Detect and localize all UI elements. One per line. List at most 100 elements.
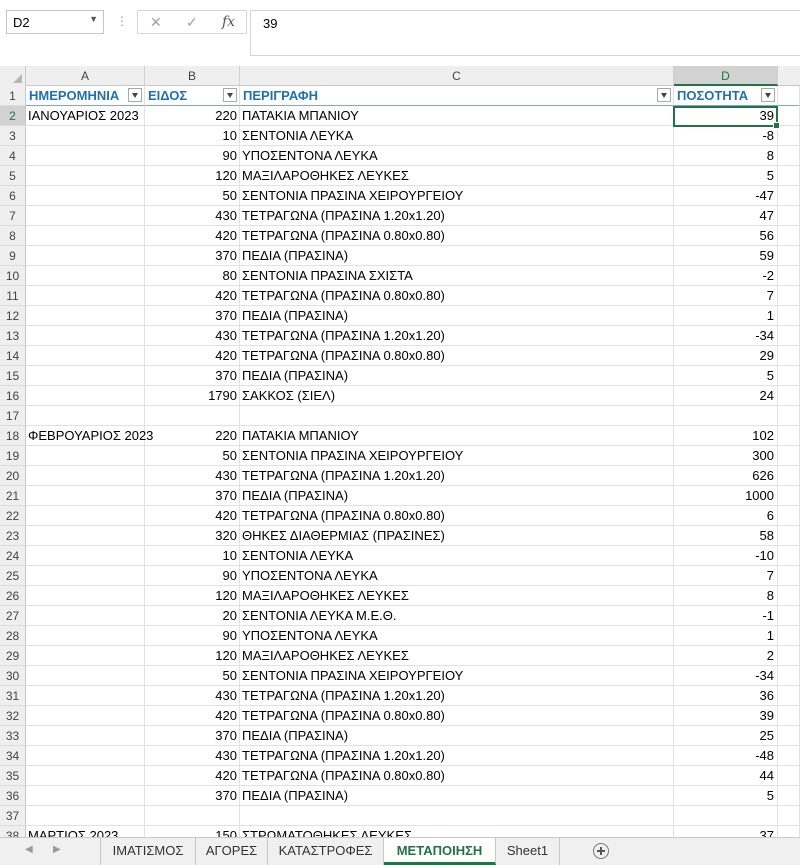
- cell-item[interactable]: 120: [145, 646, 240, 666]
- cell-quantity[interactable]: 25: [674, 726, 778, 746]
- row-header[interactable]: 22: [0, 506, 26, 526]
- cell-description[interactable]: ΤΕΤΡΑΓΩΝΑ (ΠΡΑΣΙΝΑ 1.20x1.20): [240, 746, 674, 766]
- row-header[interactable]: 4: [0, 146, 26, 166]
- cell-description[interactable]: ΤΕΤΡΑΓΩΝΑ (ΠΡΑΣΙΝΑ 1.20x1.20): [240, 326, 674, 346]
- row-header[interactable]: 5: [0, 166, 26, 186]
- cell-quantity[interactable]: 7: [674, 286, 778, 306]
- cell-quantity[interactable]: 5: [674, 786, 778, 806]
- cell-date[interactable]: ΦΕΒΡΟΥΑΡΙΟΣ 2023: [26, 426, 153, 446]
- sheet-tab[interactable]: Sheet1: [496, 838, 560, 865]
- cell[interactable]: [778, 86, 800, 106]
- cell-date[interactable]: [26, 546, 145, 566]
- cell-quantity[interactable]: 5: [674, 166, 778, 186]
- cell-description[interactable]: ΠΕΔΙΑ (ΠΡΑΣΙΝΑ): [240, 306, 674, 326]
- cell[interactable]: [778, 826, 800, 837]
- cell-quantity[interactable]: 626: [674, 466, 778, 486]
- cell[interactable]: [778, 806, 800, 826]
- cell-quantity[interactable]: 47: [674, 206, 778, 226]
- cell-date[interactable]: [26, 326, 145, 346]
- cell-item[interactable]: 220: [145, 426, 240, 446]
- cell-date[interactable]: [26, 606, 145, 626]
- cell-item[interactable]: 50: [145, 666, 240, 686]
- cell-item[interactable]: 370: [145, 786, 240, 806]
- function-icon[interactable]: fx: [222, 14, 235, 30]
- cell[interactable]: [778, 426, 800, 446]
- cell-description[interactable]: ΣΕΝΤΟΝΙΑ ΛΕΥΚΑ: [240, 546, 674, 566]
- cell-date[interactable]: [26, 686, 145, 706]
- cell-date[interactable]: ΜΑΡΤΙΟΣ 2023: [26, 826, 145, 837]
- cell-item[interactable]: 90: [145, 566, 240, 586]
- cell-quantity[interactable]: [674, 806, 778, 826]
- cell-description[interactable]: ΠΑΤΑΚΙΑ ΜΠΑΝΙΟΥ: [240, 426, 674, 446]
- cell[interactable]: [778, 726, 800, 746]
- cell-item[interactable]: 1790: [145, 386, 240, 406]
- row-header[interactable]: 23: [0, 526, 26, 546]
- sheet-tab[interactable]: ΚΑΤΑΣΤΡΟΦΕΣ: [268, 838, 384, 865]
- cell-date[interactable]: [26, 706, 145, 726]
- cell-item[interactable]: 120: [145, 586, 240, 606]
- cell-quantity[interactable]: 1000: [674, 486, 778, 506]
- row-header[interactable]: 16: [0, 386, 26, 406]
- cell[interactable]: [778, 546, 800, 566]
- cell-quantity[interactable]: -34: [674, 326, 778, 346]
- cell[interactable]: [778, 266, 800, 286]
- cell-date[interactable]: [26, 146, 145, 166]
- cell-date[interactable]: [26, 726, 145, 746]
- row-header[interactable]: 28: [0, 626, 26, 646]
- cell-quantity[interactable]: 39: [674, 706, 778, 726]
- cell-description[interactable]: ΜΑΞΙΛΑΡΟΘΗΚΕΣ ΛΕΥΚΕΣ: [240, 646, 674, 666]
- cell-item[interactable]: [145, 806, 240, 826]
- cell-item[interactable]: 430: [145, 686, 240, 706]
- row-header[interactable]: 24: [0, 546, 26, 566]
- cell[interactable]: [778, 186, 800, 206]
- cell-date[interactable]: [26, 286, 145, 306]
- header-date[interactable]: ΗΜΕΡΟΜΗΝΙΑ: [26, 86, 145, 106]
- cell-quantity[interactable]: 39: [674, 106, 778, 126]
- row-header[interactable]: 38: [0, 826, 26, 837]
- row-header[interactable]: 13: [0, 326, 26, 346]
- cell[interactable]: [778, 746, 800, 766]
- row-header[interactable]: 14: [0, 346, 26, 366]
- cell[interactable]: [778, 226, 800, 246]
- cell-item[interactable]: 420: [145, 346, 240, 366]
- cell-quantity[interactable]: -8: [674, 126, 778, 146]
- row-header[interactable]: 18: [0, 426, 26, 446]
- cell-item[interactable]: 430: [145, 206, 240, 226]
- cell-date[interactable]: [26, 406, 145, 426]
- cell-description[interactable]: [240, 806, 674, 826]
- cell[interactable]: [778, 706, 800, 726]
- cell-description[interactable]: ΜΑΞΙΛΑΡΟΘΗΚΕΣ ΛΕΥΚΕΣ: [240, 586, 674, 606]
- cell-item[interactable]: 420: [145, 766, 240, 786]
- cell-item[interactable]: 120: [145, 166, 240, 186]
- row-header[interactable]: 17: [0, 406, 26, 426]
- cell-quantity[interactable]: 6: [674, 506, 778, 526]
- cell[interactable]: [778, 666, 800, 686]
- cell-description[interactable]: ΣΑΚΚΟΣ (ΣΙΕΛ): [240, 386, 674, 406]
- row-header[interactable]: 8: [0, 226, 26, 246]
- row-header[interactable]: 9: [0, 246, 26, 266]
- cell-item[interactable]: 420: [145, 706, 240, 726]
- cell-description[interactable]: ΤΕΤΡΑΓΩΝΑ (ΠΡΑΣΙΝΑ 1.20x1.20): [240, 466, 674, 486]
- cell-date[interactable]: [26, 246, 145, 266]
- filter-dropdown-icon[interactable]: [223, 88, 237, 102]
- cell-description[interactable]: ΠΑΤΑΚΙΑ ΜΠΑΝΙΟΥ: [240, 106, 674, 126]
- cell-description[interactable]: ΤΕΤΡΑΓΩΝΑ (ΠΡΑΣΙΝΑ 0.80x0.80): [240, 766, 674, 786]
- cell[interactable]: [778, 506, 800, 526]
- cell-quantity[interactable]: 7: [674, 566, 778, 586]
- row-header[interactable]: 33: [0, 726, 26, 746]
- cell-date[interactable]: [26, 646, 145, 666]
- cell[interactable]: [778, 326, 800, 346]
- row-header[interactable]: 7: [0, 206, 26, 226]
- cell-quantity[interactable]: 29: [674, 346, 778, 366]
- cell[interactable]: [778, 146, 800, 166]
- select-all-button[interactable]: [0, 66, 26, 86]
- cell-description[interactable]: [240, 406, 674, 426]
- cell-description[interactable]: ΣΕΝΤΟΝΙΑ ΠΡΑΣΙΝΑ ΧΕΙΡΟΥΡΓΕΙΟΥ: [240, 446, 674, 466]
- cell[interactable]: [778, 566, 800, 586]
- row-header[interactable]: 19: [0, 446, 26, 466]
- cell-description[interactable]: ΥΠΟΣΕΝΤΟΝΑ ΛΕΥΚΑ: [240, 566, 674, 586]
- cell[interactable]: [778, 306, 800, 326]
- row-header[interactable]: 3: [0, 126, 26, 146]
- cell[interactable]: [778, 766, 800, 786]
- cell[interactable]: [778, 526, 800, 546]
